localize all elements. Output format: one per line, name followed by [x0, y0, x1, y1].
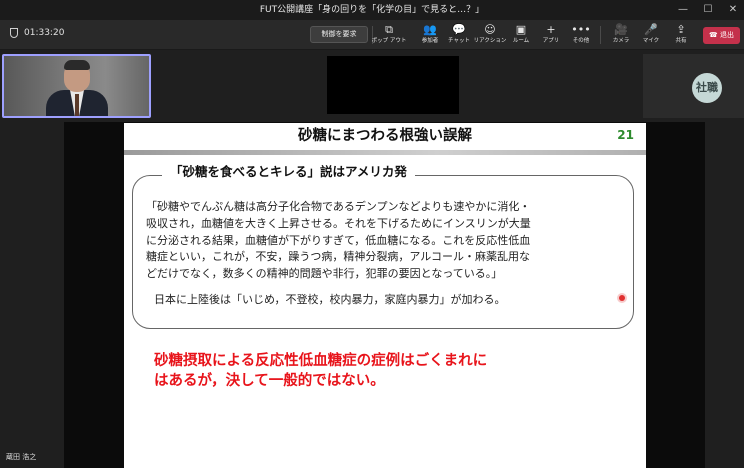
presenter-video-tile[interactable]	[2, 54, 151, 118]
avatar: 社職	[692, 73, 722, 103]
quote-heading: 「砂糖を食べるとキレる」説はアメリカ発	[162, 163, 415, 181]
quote-footnote: 日本に上陸後は「いじめ，不登校，校内暴力，家庭内暴力」が加わる。	[154, 293, 506, 306]
chat-icon: 💬	[452, 23, 466, 36]
quote-line: どだけでなく，数多くの精神的問題や非行，犯罪の要因となっている。」	[146, 267, 503, 281]
quote-line: に分泌される結果，血糖値が下がりすぎて，低血糖になる。これを反応性低血	[146, 233, 531, 247]
shield-icon	[10, 28, 18, 38]
quote-body: 「砂糖やでんぷん糖は高分子化合物であるデンプンなどよりも速やかに消化・ 吸収され…	[146, 199, 616, 283]
leave-button[interactable]: ☎ 退出	[703, 27, 740, 44]
quote-line: 「砂糖やでんぷん糖は高分子化合物であるデンプンなどよりも速やかに消化・	[146, 200, 531, 213]
phone-icon: ☎	[709, 31, 718, 39]
rooms-icon: ▣	[515, 23, 527, 36]
popout-icon: ⧉	[385, 23, 393, 36]
laser-pointer-icon	[619, 295, 625, 301]
timer-text: 01:33:20	[24, 28, 65, 38]
apps-icon: +	[546, 23, 556, 36]
title-bar: FUT公開講座「身の回りを「化学の目」で見ると…？」	[0, 0, 744, 20]
presentation-slide: 砂糖にまつわる根強い誤解 21 「砂糖を食べるとキレる」説はアメリカ発 「砂糖や…	[124, 123, 646, 468]
minimize-icon[interactable]: —	[672, 0, 694, 20]
quote-line: 吸収され，血糖値を大きく上昇させる。それを下げるためにインスリンが大量	[146, 216, 531, 230]
participant-video-tile[interactable]	[327, 56, 459, 114]
request-control-button[interactable]: 制御を要求	[310, 26, 368, 43]
slide-number: 21	[617, 128, 634, 142]
slide-conclusion: 砂糖摂取による反応性低血糖症の症例はごくまれに はあるが，決して一般的ではない。	[154, 351, 634, 391]
meeting-toolbar: 01:33:20 制御を要求 ⧉ ポップ アウト 👥 参加者 💬 チャット ☺ …	[0, 20, 744, 50]
teams-meeting-window: FUT公開講座「身の回りを「化学の目」で見ると…？」 — ☐ ✕ 01:33:2…	[0, 0, 744, 468]
camera-icon: 🎥	[614, 23, 628, 36]
presenter-name-tag: 蔵田 浩之	[6, 453, 37, 461]
conclusion-line: はあるが，決して一般的ではない。	[154, 373, 385, 389]
conclusion-line: 砂糖摂取による反応性低血糖症の症例はごくまれに	[154, 353, 488, 369]
popout-button[interactable]: ⧉ ポップ アウト	[372, 23, 407, 49]
share-icon: ⇪	[676, 23, 686, 36]
person-hair	[64, 60, 90, 70]
reaction-icon: ☺	[484, 23, 496, 36]
quote-line: 糖症といい，これが，不安，躁うつ病，精神分裂病，アルコール・麻薬乱用な	[146, 250, 531, 264]
mic-icon: 🎤	[644, 23, 658, 36]
more-button[interactable]: ••• その他	[566, 23, 596, 49]
maximize-icon[interactable]: ☐	[697, 0, 719, 20]
close-icon[interactable]: ✕	[722, 0, 744, 20]
more-icon: •••	[571, 23, 591, 36]
window-title: FUT公開講座「身の回りを「化学の目」で見ると…？」	[259, 5, 485, 15]
title-underline	[124, 150, 646, 155]
participants-icon: 👥	[423, 23, 437, 36]
share-button[interactable]: ⇪ 共有	[666, 23, 696, 49]
slide-title: 砂糖にまつわる根強い誤解	[298, 128, 472, 144]
meeting-timer: 01:33:20	[10, 28, 64, 38]
person-tie	[75, 94, 79, 116]
